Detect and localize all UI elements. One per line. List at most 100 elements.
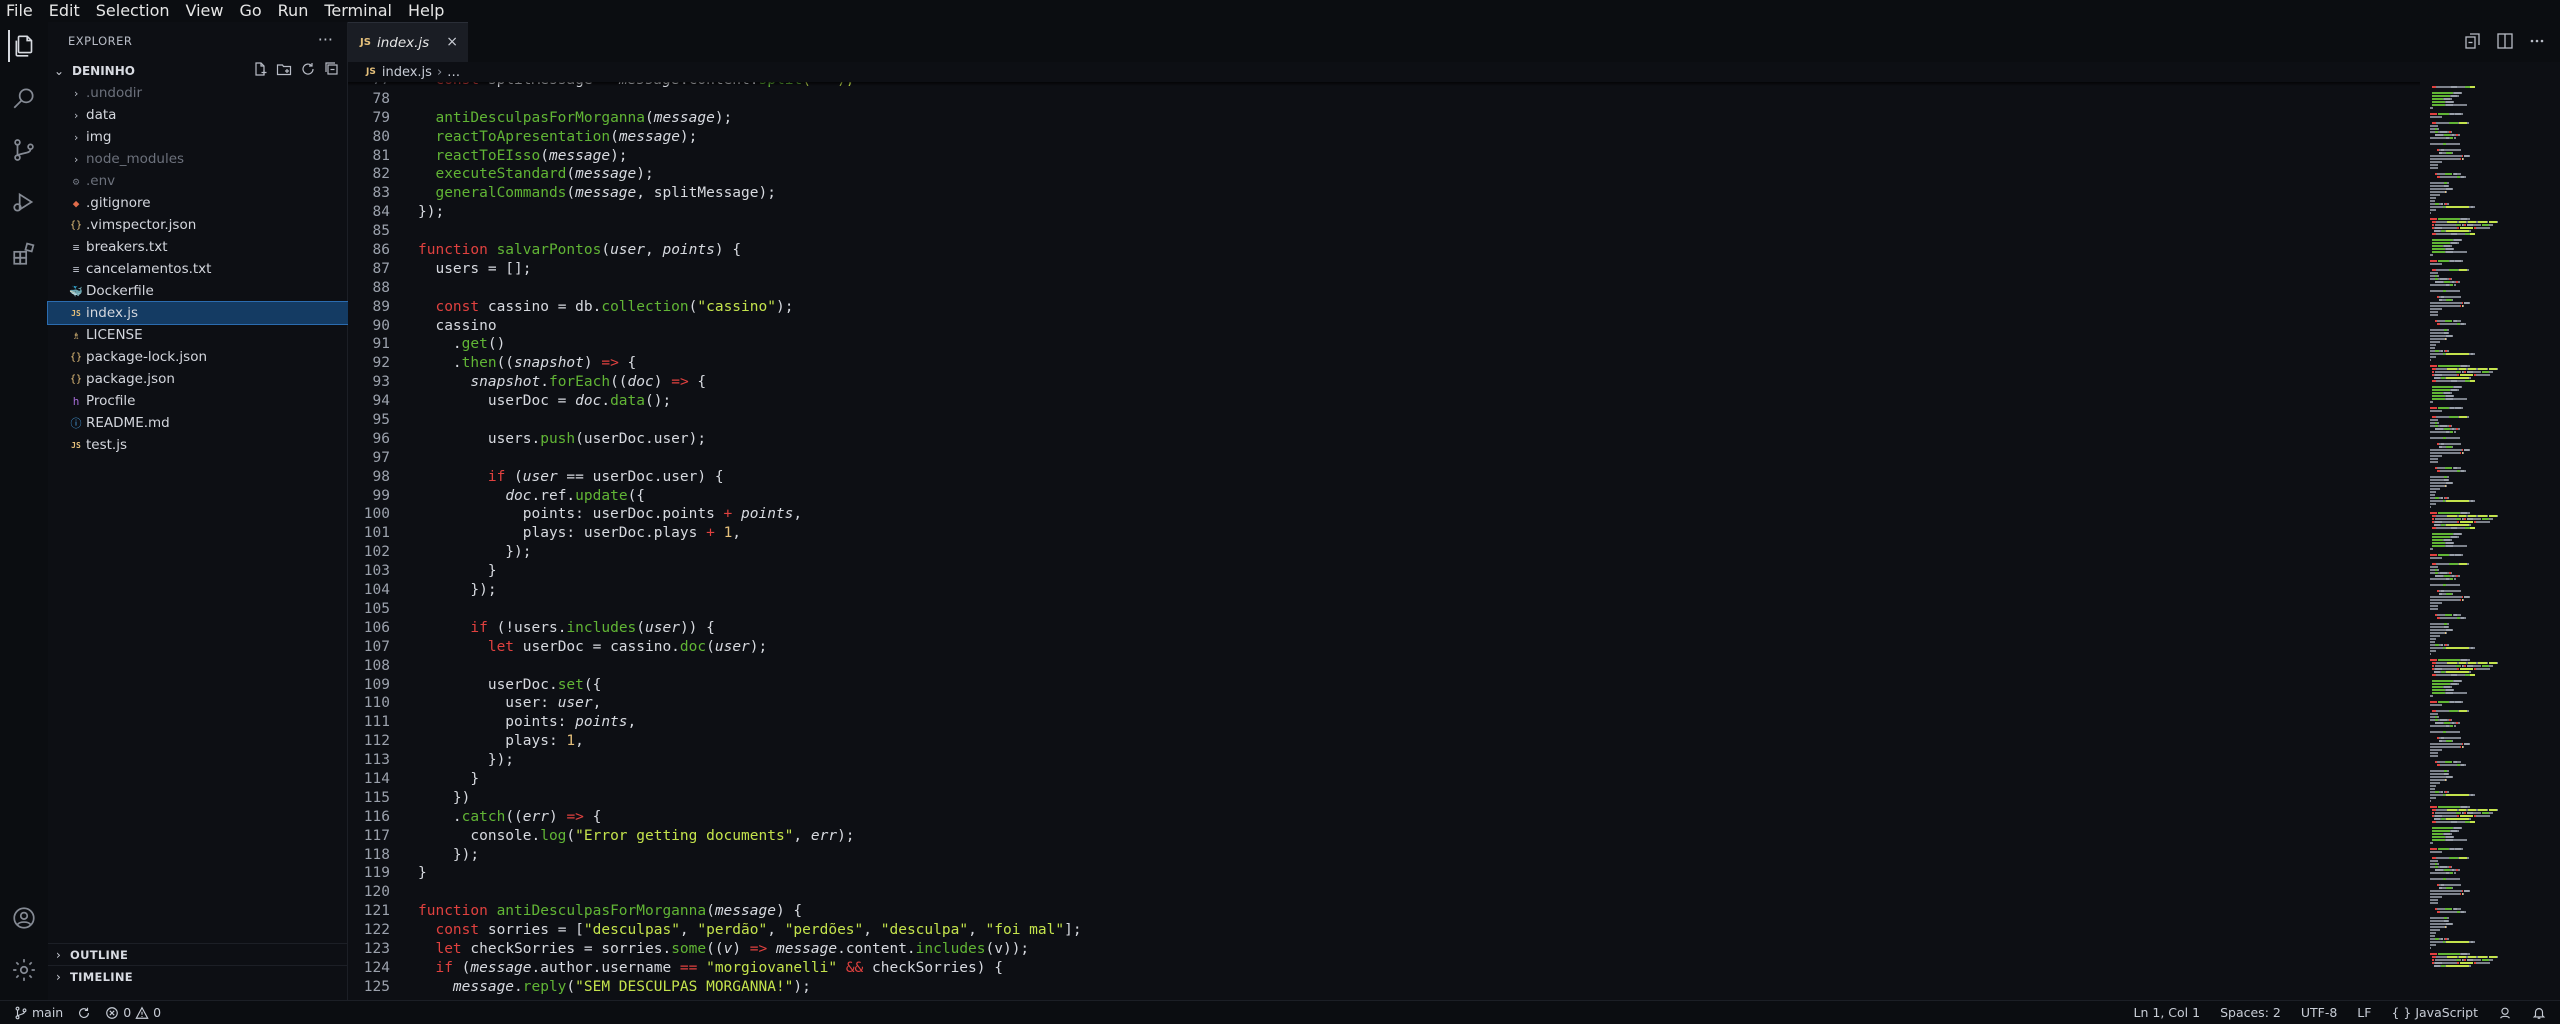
menu-file[interactable]: File [0,0,41,22]
minimap-stroke [2453,578,2457,580]
file-item[interactable]: JS index.js [47,301,349,325]
code-token: }); [418,752,515,769]
run-debug-icon[interactable] [8,186,40,218]
code-token: doc [575,393,602,410]
file-item[interactable]: ≡ breakers.txt [48,236,348,258]
minimap-stroke [2431,251,2446,253]
cursor-position[interactable]: Ln 1, Col 1 [2134,1005,2201,1020]
source-control-icon[interactable] [8,134,40,166]
menu-terminal[interactable]: Terminal [316,0,400,22]
encoding[interactable]: UTF-8 [2301,1005,2337,1020]
problems-status[interactable]: 0 0 [105,1005,161,1021]
menu-selection[interactable]: Selection [88,0,178,22]
code-token: 1 [566,733,576,750]
more-actions-icon[interactable] [2528,32,2546,54]
file-item[interactable]: ⚙ .env [48,170,348,192]
code-editor[interactable]: 77 const splitMessage = message.content.… [348,82,2420,1007]
account-icon[interactable] [8,902,40,934]
file-item[interactable]: ◆ .gitignore [48,192,348,214]
menu-run[interactable]: Run [270,0,317,22]
language-mode[interactable]: { } JavaScript [2391,1005,2478,1020]
minimap-stroke [2457,908,2461,910]
search-icon[interactable] [8,82,40,114]
file-item[interactable]: {} .vimspector.json [48,214,348,236]
minimap-stroke [2496,515,2499,517]
breadcrumb-file[interactable]: index.js [382,65,432,80]
menu-view[interactable]: View [178,0,232,22]
folder-item[interactable]: › img [48,126,348,148]
minimap-stroke [2448,920,2449,922]
code-token: ( [706,903,715,920]
minimap-stroke [2438,218,2460,220]
minimap-stroke [2452,395,2455,397]
chevron-right-icon: › [72,86,80,100]
code-token: (v)); [985,940,1030,957]
minimap-stroke [2445,614,2453,616]
file-item[interactable]: JS test.js [48,434,348,456]
minimap[interactable] [2420,82,2560,1007]
feedback-icon[interactable] [2498,1005,2512,1021]
file-item[interactable]: {} package.json [48,368,348,390]
minimap-stroke [2430,302,2462,304]
code-token: , [793,506,803,523]
minimap-stroke [2464,617,2467,619]
file-item[interactable]: 🐳 Dockerfile [48,280,348,302]
branch-status[interactable]: main [14,1005,63,1021]
minimap-stroke [2434,665,2457,667]
open-changes-icon[interactable] [2464,32,2482,54]
minimap-stroke [2449,833,2452,835]
minimap-stroke [2437,761,2446,763]
file-item[interactable]: {} package-lock.json [48,346,348,368]
menu-go[interactable]: Go [231,0,269,22]
explorer-icon[interactable] [8,30,40,62]
tree-item-label: README.md [86,415,170,431]
folder-item[interactable]: › node_modules [48,148,348,170]
notifications-bell-icon[interactable] [2532,1005,2546,1021]
folder-item[interactable]: › data [48,104,348,126]
close-icon[interactable]: × [446,34,458,50]
tree-item-label: Dockerfile [86,283,154,299]
minimap-stroke [2451,299,2454,301]
refresh-icon[interactable] [300,61,316,81]
file-item[interactable]: ♗ LICENSE [48,324,348,346]
end-of-line[interactable]: LF [2357,1005,2371,1020]
file-item[interactable]: h Procfile [48,390,348,412]
more-actions-icon[interactable]: ··· [318,30,333,49]
minimap-stroke [2431,92,2454,94]
menu-help[interactable]: Help [400,0,452,22]
indentation[interactable]: Spaces: 2 [2220,1005,2281,1020]
extensions-icon[interactable] [8,238,40,270]
code-line: 97 [348,449,2420,468]
minimap-stroke [2464,518,2467,520]
new-folder-icon[interactable] [276,61,292,81]
new-file-icon[interactable] [252,61,268,81]
minimap-stroke [2447,368,2457,370]
file-item[interactable]: ≡ cancelamentos.txt [48,258,348,280]
code-token: function [418,242,488,259]
breadcrumb-symbol[interactable]: … [447,65,460,80]
minimap-stroke [2453,725,2457,727]
split-editor-icon[interactable] [2496,32,2514,54]
minimap-stroke [2457,761,2461,763]
outline-panel-header[interactable]: › OUTLINE [48,943,348,965]
settings-gear-icon[interactable] [8,954,40,986]
folder-item[interactable]: › .undodir [48,82,348,104]
project-header[interactable]: ⌄ DENINHO [48,60,348,82]
tab-index-js[interactable]: JS index.js × [348,22,468,62]
minimap-stroke [2488,368,2497,370]
code-token: collection [601,298,689,315]
sync-icon[interactable] [77,1005,91,1021]
code-token: points: userDoc.points [418,506,724,523]
collapse-all-icon[interactable] [324,61,340,81]
timeline-panel-header[interactable]: › TIMELINE [48,965,348,987]
tree-item-label: test.js [86,437,128,453]
minimap-stroke [2430,260,2438,262]
minimap-stroke [2435,281,2443,283]
minimap-stroke [2458,134,2460,136]
minimap-stroke [2430,263,2442,265]
menu-edit[interactable]: Edit [41,0,88,22]
file-item[interactable]: ⓘ README.md [48,412,348,434]
minimap-stroke [2459,962,2474,964]
code-token: user [714,638,750,655]
